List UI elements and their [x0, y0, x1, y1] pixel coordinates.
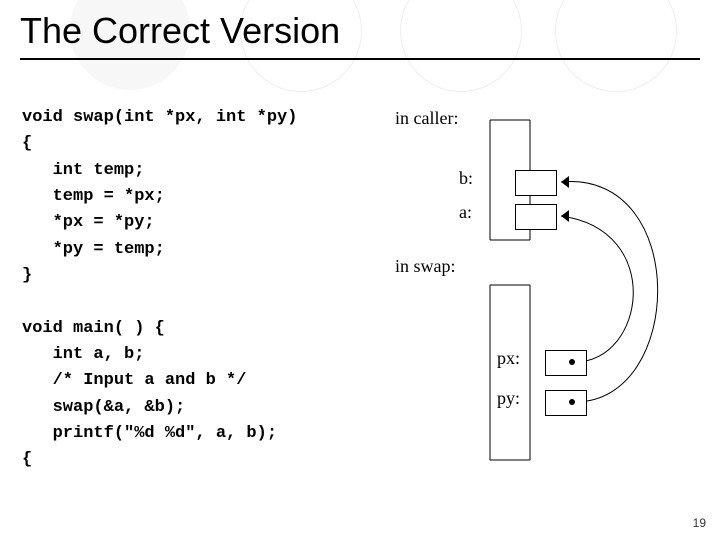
code-line: *py = temp; — [22, 240, 165, 259]
code-line: temp = *px; — [22, 187, 165, 206]
code-line: void swap(int *px, int *py) — [22, 108, 297, 127]
diagram-svg — [385, 110, 705, 490]
code-line: *px = *py; — [22, 213, 155, 232]
slide-title: The Correct Version — [20, 10, 340, 51]
code-line: } — [22, 266, 32, 285]
box-b — [515, 170, 557, 196]
label-in-caller: in caller: — [395, 108, 458, 129]
code-line: /* Input a and b */ — [22, 371, 246, 390]
code-line: void main( ) { — [22, 319, 165, 338]
code-line: { — [22, 134, 32, 153]
box-a — [515, 204, 557, 230]
code-line: printf("%d %d", a, b); — [22, 424, 277, 443]
label-b: b: — [459, 168, 473, 189]
label-py: py: — [497, 388, 520, 409]
pointer-dot — [569, 359, 575, 365]
box-py — [545, 390, 587, 416]
label-a: a: — [459, 202, 472, 223]
code-line: int a, b; — [22, 345, 144, 364]
title-container: The Correct Version — [20, 10, 700, 60]
code-line: { — [22, 450, 32, 469]
pointer-dot — [569, 399, 575, 405]
box-px — [545, 350, 587, 376]
code-line: int temp; — [22, 161, 144, 180]
code-line: swap(&a, &b); — [22, 398, 185, 417]
code-block: void swap(int *px, int *py) { int temp; … — [22, 105, 297, 474]
slide-number: 19 — [693, 516, 706, 530]
memory-diagram: in caller: b: a: in swap: px: py: — [385, 110, 705, 490]
label-px: px: — [497, 348, 520, 369]
label-in-swap: in swap: — [395, 256, 456, 277]
